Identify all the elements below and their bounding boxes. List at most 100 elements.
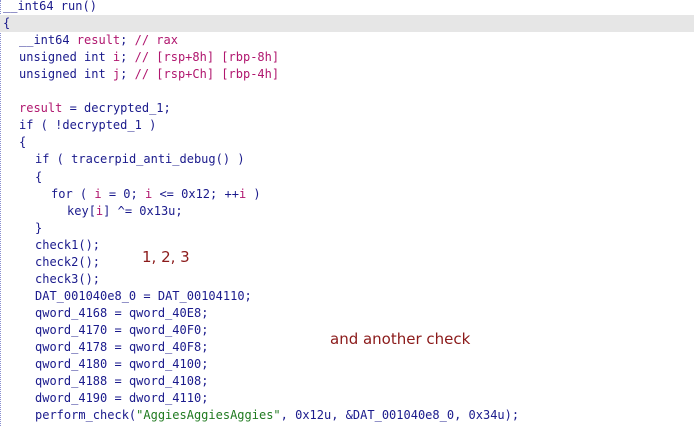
code-token: = <box>107 305 129 320</box>
code-token: } <box>35 220 43 235</box>
code-token: __int64 <box>19 33 77 48</box>
code-line[interactable]: check2(); <box>0 254 694 271</box>
code-token: ; <box>201 374 209 389</box>
code-token: (); <box>78 254 101 269</box>
code-line[interactable]: { <box>0 134 694 151</box>
code-token[interactable]: decrypted_1 <box>84 101 163 115</box>
code-token: unsigned int <box>19 50 113 65</box>
code-token: = <box>107 340 129 354</box>
code-token: { <box>3 16 11 31</box>
code-token: (); <box>78 237 101 252</box>
code-token[interactable]: run <box>61 0 83 13</box>
code-line[interactable]: if ( !decrypted_1 ) <box>0 117 694 134</box>
code-token: = <box>107 374 129 389</box>
code-token[interactable]: dword_4110 <box>129 391 201 405</box>
code-token: 0x12u <box>295 408 332 423</box>
code-token: __int64 <box>3 0 61 13</box>
code-token[interactable]: i <box>94 187 101 201</box>
code-token: ) <box>141 118 157 133</box>
code-token[interactable]: qword_4188 <box>35 374 107 388</box>
code-token: { <box>19 135 27 150</box>
code-line[interactable]: check3(); <box>0 271 694 288</box>
code-token: 0x13u <box>139 203 176 218</box>
code-token: ; <box>120 33 135 48</box>
code-token: () ) <box>215 152 245 167</box>
code-token: (); <box>78 271 101 286</box>
code-line[interactable]: check1(); <box>0 237 694 254</box>
annotation-another-check: and another check <box>330 330 471 348</box>
code-token[interactable]: check3 <box>35 272 78 286</box>
code-token: , & <box>331 408 353 423</box>
code-token: ( ! <box>33 118 63 133</box>
code-token[interactable]: qword_4100 <box>129 357 201 371</box>
code-token: = <box>107 391 129 406</box>
code-token[interactable]: qword_4168 <box>35 306 107 320</box>
code-line[interactable]: perform_check("AggiesAggiesAggies", 0x12… <box>0 407 694 424</box>
code-line[interactable]: DAT_001040e8_0 = DAT_00104110; <box>0 288 694 305</box>
code-line[interactable]: unsigned int i; // [rsp+8h] [rbp-8h] <box>0 49 694 66</box>
code-token[interactable]: qword_40F8 <box>129 340 201 354</box>
code-token: ; <box>201 305 209 320</box>
code-line[interactable]: dword_4190 = dword_4110; <box>0 390 694 407</box>
code-token[interactable]: DAT_001040e8_0 <box>35 289 136 303</box>
pseudocode-view[interactable]: __int64 run(){__int64 result; // rax unsi… <box>0 0 694 426</box>
code-token: ; <box>120 67 135 82</box>
code-line[interactable]: } <box>0 220 694 237</box>
code-token: <= <box>152 186 182 201</box>
code-token[interactable]: key <box>67 204 89 218</box>
code-token: { <box>35 169 43 184</box>
code-line[interactable] <box>0 83 694 100</box>
code-line[interactable]: qword_4188 = qword_4108; <box>0 373 694 390</box>
code-token: = <box>136 288 158 303</box>
code-token: ] ^= <box>103 203 140 218</box>
code-line[interactable]: unsigned int j; // [rsp+Ch] [rbp-4h] <box>0 66 694 83</box>
code-token: ; <box>244 288 252 303</box>
code-token: ; <box>163 101 171 116</box>
code-token[interactable]: DAT_00104110 <box>158 289 245 303</box>
code-token: = <box>107 357 129 372</box>
code-token: "AggiesAggiesAggies" <box>136 408 281 423</box>
code-token[interactable]: tracerpid_anti_debug <box>71 152 216 166</box>
code-token: ); <box>504 408 520 423</box>
code-line[interactable]: result = decrypted_1; <box>0 100 694 117</box>
code-token: // rax <box>134 33 178 48</box>
code-line[interactable]: key[i] ^= 0x13u; <box>0 203 694 220</box>
code-token[interactable]: qword_4170 <box>35 323 107 337</box>
code-token[interactable]: dword_4190 <box>35 391 107 405</box>
code-line[interactable]: for ( i = 0; i <= 0x12; ++i ) <box>0 186 694 203</box>
code-token: ; <box>201 391 209 406</box>
code-token[interactable]: DAT_001040e8_0 <box>353 408 454 422</box>
code-token: ; ++ <box>210 186 239 201</box>
code-token: if <box>19 118 34 133</box>
code-token[interactable]: qword_4178 <box>35 340 107 354</box>
code-token: = <box>101 186 124 201</box>
code-token[interactable]: qword_4180 <box>35 357 107 371</box>
code-token[interactable]: qword_4108 <box>129 374 201 388</box>
code-line[interactable]: { <box>0 169 694 186</box>
code-token: ; <box>201 340 209 354</box>
code-line[interactable]: qword_4180 = qword_4100; <box>0 356 694 373</box>
code-line[interactable]: __int64 result; // rax <box>0 32 694 49</box>
code-line[interactable]: if ( tracerpid_anti_debug() ) <box>0 151 694 168</box>
code-token: ; <box>175 203 183 218</box>
code-token[interactable]: check2 <box>35 255 78 269</box>
code-token: , <box>280 408 296 423</box>
code-token: ; <box>120 50 135 65</box>
code-token[interactable]: qword_40F0 <box>129 323 201 337</box>
code-token: [ <box>88 203 96 218</box>
code-token: // [rsp+8h] [rbp-8h] <box>134 50 280 65</box>
code-line[interactable]: { <box>0 15 694 33</box>
code-token[interactable]: result <box>77 33 120 47</box>
code-token: ( <box>49 152 72 167</box>
code-line[interactable]: __int64 run() <box>0 0 694 15</box>
annotation-checks-1-2-3: 1, 2, 3 <box>142 248 190 266</box>
code-token: ; <box>201 357 209 372</box>
code-token[interactable]: perform_check <box>35 408 129 422</box>
code-token[interactable]: result <box>19 101 62 115</box>
code-token: 0 <box>123 186 131 201</box>
code-token: // [rsp+Ch] [rbp-4h] <box>134 67 280 82</box>
code-token[interactable]: decrypted_1 <box>62 118 141 132</box>
code-token[interactable]: check1 <box>35 238 78 252</box>
code-token[interactable]: qword_40E8 <box>129 306 201 320</box>
code-line[interactable]: qword_4168 = qword_40E8; <box>0 305 694 322</box>
